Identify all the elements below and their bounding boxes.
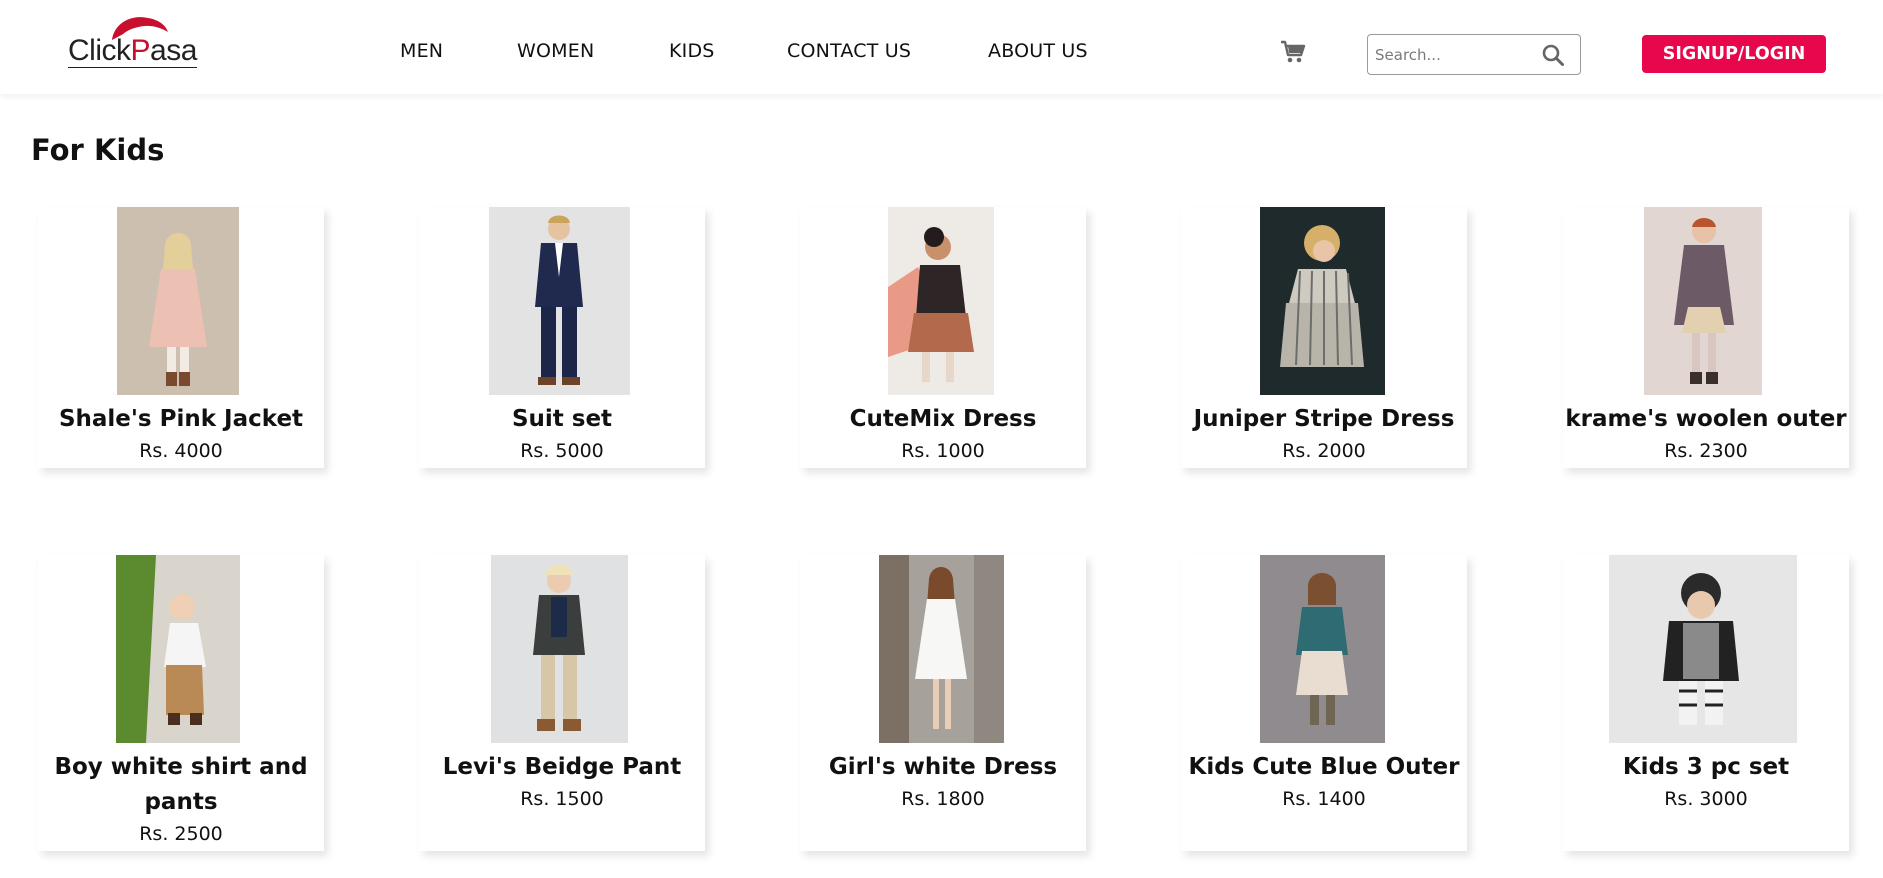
product-image[interactable] bbox=[1609, 555, 1797, 743]
product-card[interactable]: Juniper Stripe Dress Rs. 2000 bbox=[1181, 207, 1467, 468]
nav-kids[interactable]: KIDS bbox=[669, 40, 715, 62]
nav-men[interactable]: MEN bbox=[400, 40, 443, 62]
nav-women[interactable]: WOMEN bbox=[517, 40, 594, 62]
product-name: Boy white shirt and pants bbox=[54, 754, 308, 815]
product-card[interactable]: krame's woolen outer Rs. 2300 bbox=[1563, 207, 1849, 468]
logo-text: ClickPasa bbox=[68, 34, 197, 68]
product-name: CuteMix Dress bbox=[849, 406, 1037, 432]
product-price: Rs. 5000 bbox=[520, 440, 604, 462]
product-name: Shale's Pink Jacket bbox=[58, 406, 304, 432]
product-image[interactable] bbox=[489, 207, 630, 395]
logo[interactable]: ClickPasa bbox=[68, 14, 197, 70]
product-price: Rs. 2000 bbox=[1282, 440, 1366, 462]
product-card[interactable]: Girl's white Dress Rs. 1800 bbox=[800, 555, 1086, 851]
product-name: Levi's Beidge Pant bbox=[442, 754, 682, 780]
search-icon[interactable] bbox=[1542, 44, 1564, 66]
product-image[interactable] bbox=[1644, 207, 1762, 395]
product-image[interactable] bbox=[1260, 207, 1385, 395]
product-price: Rs. 3000 bbox=[1664, 788, 1748, 810]
product-name: Girl's white Dress bbox=[828, 754, 1058, 780]
product-price: Rs. 2500 bbox=[139, 823, 223, 845]
product-card[interactable]: Levi's Beidge Pant Rs. 1500 bbox=[419, 555, 705, 851]
page-title: For Kids bbox=[31, 133, 165, 167]
product-name: Juniper Stripe Dress bbox=[1193, 406, 1455, 432]
product-image[interactable] bbox=[116, 555, 240, 743]
top-header: ClickPasa MEN WOMEN KIDS CONTACT US ABOU… bbox=[0, 0, 1883, 94]
nav-contact-us[interactable]: CONTACT US bbox=[787, 40, 911, 62]
product-price: Rs. 4000 bbox=[139, 440, 223, 462]
product-price: Rs. 1000 bbox=[901, 440, 985, 462]
product-image[interactable] bbox=[491, 555, 628, 743]
signup-login-button[interactable]: SIGNUP/LOGIN bbox=[1642, 35, 1826, 73]
product-price: Rs. 1400 bbox=[1282, 788, 1366, 810]
search-box bbox=[1367, 34, 1581, 75]
search-input[interactable] bbox=[1375, 43, 1535, 67]
nav-about-us[interactable]: ABOUT US bbox=[988, 40, 1088, 62]
product-card[interactable]: Boy white shirt and pants Rs. 2500 bbox=[38, 555, 324, 851]
product-name: krame's woolen outer bbox=[1565, 406, 1847, 432]
product-card[interactable]: Kids Cute Blue Outer Rs. 1400 bbox=[1181, 555, 1467, 851]
product-price: Rs. 2300 bbox=[1664, 440, 1748, 462]
product-name: Suit set bbox=[511, 406, 613, 432]
product-card[interactable]: CuteMix Dress Rs. 1000 bbox=[800, 207, 1086, 468]
shopping-cart-icon[interactable] bbox=[1280, 40, 1306, 64]
product-image[interactable] bbox=[1260, 555, 1385, 743]
product-price: Rs. 1500 bbox=[520, 788, 604, 810]
product-price: Rs. 1800 bbox=[901, 788, 985, 810]
product-image[interactable] bbox=[879, 555, 1004, 743]
product-card[interactable]: Shale's Pink Jacket Rs. 4000 bbox=[38, 207, 324, 468]
product-image[interactable] bbox=[888, 207, 994, 395]
product-image[interactable] bbox=[117, 207, 239, 395]
product-name: Kids Cute Blue Outer bbox=[1188, 754, 1460, 780]
product-name: Kids 3 pc set bbox=[1622, 754, 1790, 780]
product-card[interactable]: Kids 3 pc set Rs. 3000 bbox=[1563, 555, 1849, 851]
product-card[interactable]: Suit set Rs. 5000 bbox=[419, 207, 705, 468]
